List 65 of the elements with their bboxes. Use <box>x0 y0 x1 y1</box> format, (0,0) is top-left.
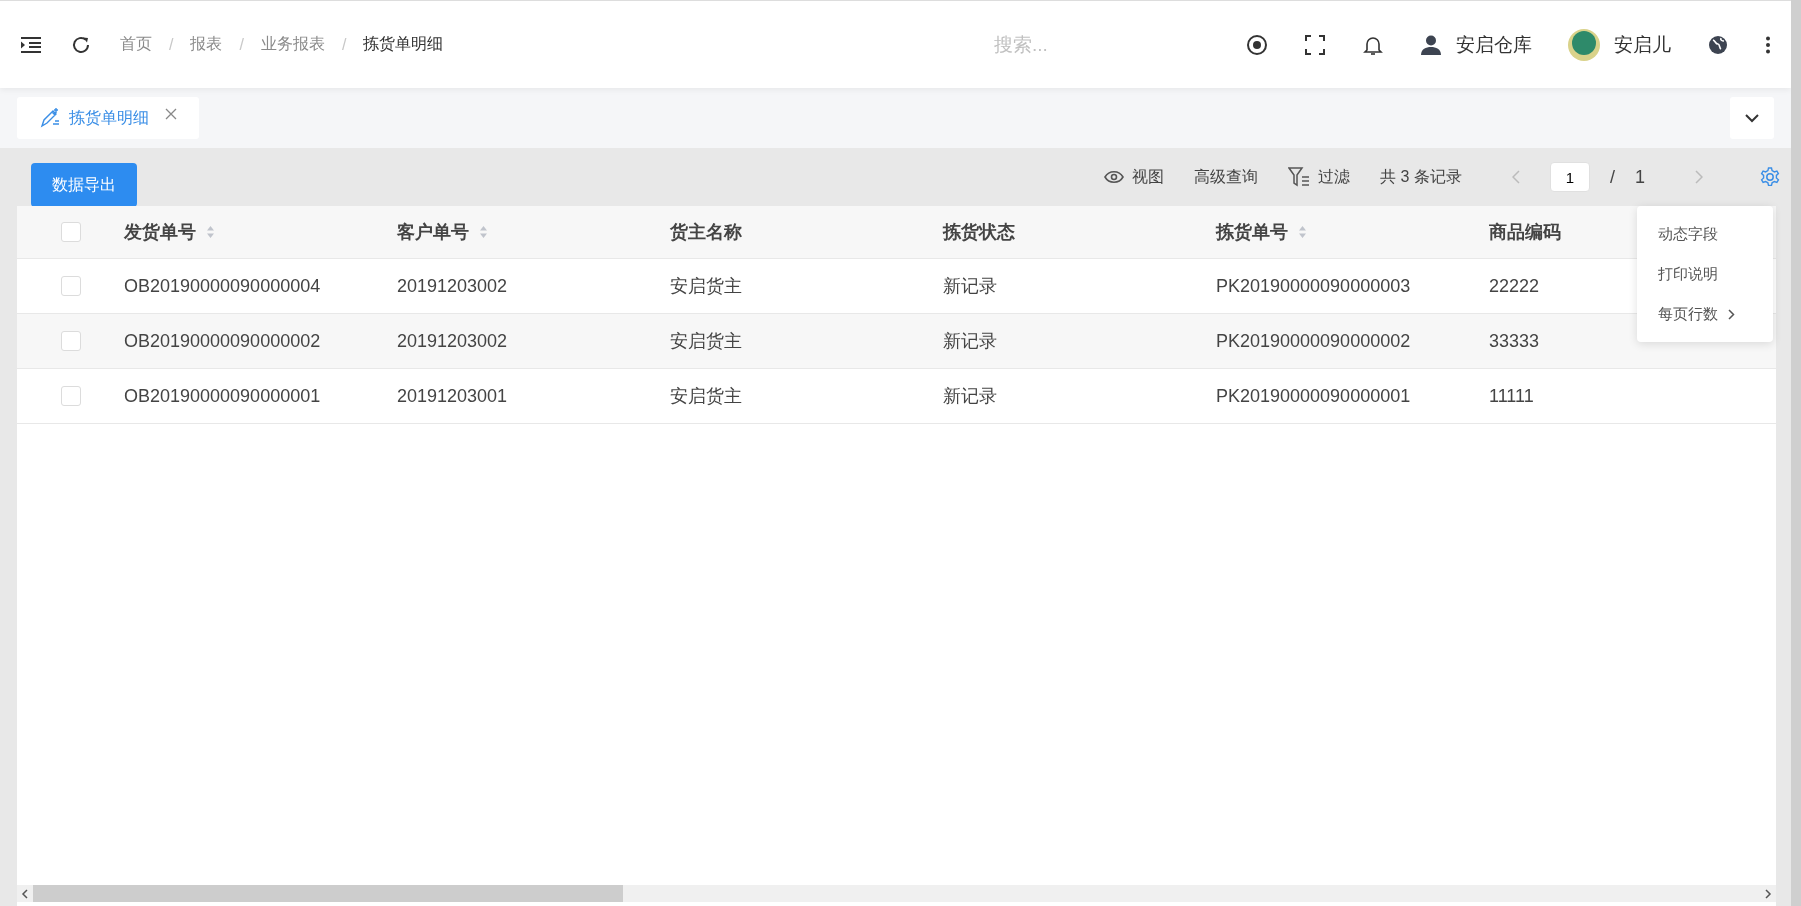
column-header: 货主名称 <box>670 221 742 244</box>
table-cell: 11111 <box>1489 385 1534 407</box>
table-cell-text: 新记录 <box>943 275 997 298</box>
settings-icon[interactable] <box>1759 166 1781 188</box>
table-cell-text: 安启货主 <box>670 330 742 353</box>
table-cell: OB20190000090000001 <box>124 385 321 407</box>
more-icon[interactable] <box>1765 35 1771 54</box>
select-all-checkbox[interactable] <box>60 222 81 242</box>
avatar-icon[interactable] <box>1568 28 1600 61</box>
target-icon[interactable] <box>1246 33 1268 56</box>
table-cell: PK20190000090000001 <box>1216 385 1411 407</box>
chevron-down-icon <box>1745 113 1759 123</box>
eye-icon[interactable] <box>1104 170 1125 184</box>
column-header: 拣货状态 <box>943 221 1015 244</box>
breadcrumb-current: 拣货单明细 <box>363 34 444 54</box>
table-cell: PK20190000090000003 <box>1216 275 1411 297</box>
table-cell: 20191203002 <box>397 330 508 352</box>
scroll-right-icon[interactable] <box>1764 888 1772 899</box>
globe-icon[interactable] <box>1707 33 1729 56</box>
horizontal-scrollbar[interactable] <box>17 885 1776 902</box>
menu-item[interactable]: 动态字段 <box>1637 214 1773 254</box>
column-header: 拣货单号 <box>1216 221 1288 244</box>
row-checkbox[interactable] <box>60 276 81 296</box>
table-cell: 20191203002 <box>397 275 508 297</box>
filter-icon[interactable] <box>1288 167 1311 187</box>
close-icon[interactable] <box>165 108 177 120</box>
table-cell: OB20190000090000004 <box>124 275 321 297</box>
row-checkbox[interactable] <box>60 386 81 406</box>
table-cell: 33333 <box>1489 330 1540 352</box>
filter-link[interactable]: 过滤 <box>1318 166 1351 188</box>
breadcrumb-link[interactable]: 业务报表 <box>260 34 325 55</box>
page-separator: / <box>1609 166 1615 188</box>
user-name[interactable]: 安启儿 <box>1614 31 1671 58</box>
column-header: 客户单号 <box>397 221 469 244</box>
warehouse-name[interactable]: 安启仓库 <box>1456 31 1532 58</box>
breadcrumb-link[interactable]: 首页 <box>120 34 152 55</box>
view-link[interactable]: 视图 <box>1132 166 1165 188</box>
table-cell-text: 安启货主 <box>670 385 742 408</box>
row-checkbox[interactable] <box>60 331 81 351</box>
user-icon[interactable] <box>1420 33 1442 56</box>
table-cell-text: 新记录 <box>943 330 997 353</box>
record-count: 共 3 条记录 <box>1380 166 1462 187</box>
tabs-dropdown-button[interactable] <box>1730 97 1774 139</box>
page-total: 1 <box>1635 166 1645 188</box>
column-header: 发货单号 <box>124 221 196 244</box>
table-cell-text: 新记录 <box>943 385 997 408</box>
table-cell: OB20190000090000002 <box>124 330 321 352</box>
chevron-right-icon <box>1728 308 1735 320</box>
pencil-icon <box>39 107 61 129</box>
table-cell-text: 安启货主 <box>670 275 742 298</box>
table-row[interactable]: OB20190000090000001 20191203001 安启货主 新记录 PK20190000090000001 11111 <box>17 369 1776 424</box>
page-input[interactable]: 1 <box>1549 162 1590 192</box>
breadcrumb-separator: / <box>239 35 244 54</box>
menu-icon[interactable] <box>20 35 42 54</box>
page-tab[interactable]: 拣货单明细 <box>17 97 199 139</box>
table-cell: 22222 <box>1489 275 1540 297</box>
breadcrumb-link[interactable]: 报表 <box>190 34 223 55</box>
breadcrumb-separator: / <box>169 35 174 54</box>
table-cell: PK20190000090000002 <box>1216 330 1411 352</box>
breadcrumb-separator: / <box>341 35 347 54</box>
table-cell: 20191203001 <box>397 385 508 407</box>
fullscreen-icon[interactable] <box>1304 33 1326 56</box>
advanced-query-link[interactable]: 高级查询 <box>1194 166 1259 188</box>
scroll-left-icon[interactable] <box>21 888 29 899</box>
column-header: 商品编码 <box>1489 221 1561 244</box>
